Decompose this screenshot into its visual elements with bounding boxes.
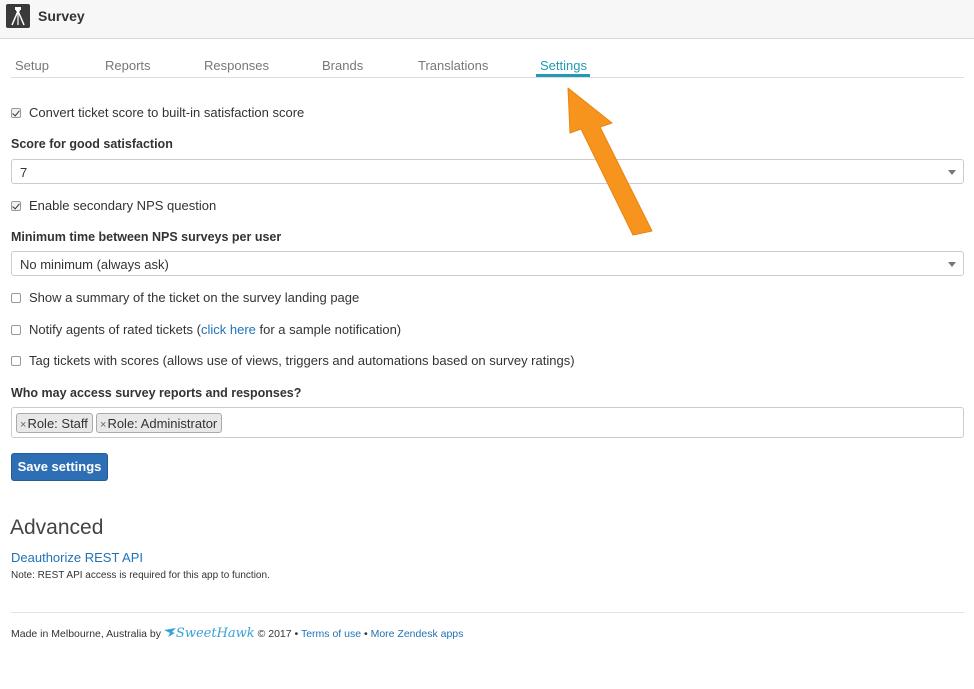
nps-interval-select[interactable]: No minimum (always ask): [11, 251, 964, 276]
show-summary-checkbox[interactable]: [11, 293, 21, 303]
terms-of-use-link[interactable]: Terms of use: [301, 628, 361, 640]
convert-score-label: Convert ticket score to built-in satisfa…: [29, 105, 305, 120]
role-tag-label: Role: Administrator: [107, 416, 218, 431]
convert-score-checkbox[interactable]: [11, 108, 21, 118]
role-tag-administrator: ×Role: Administrator: [96, 413, 223, 433]
nps-interval-value: No minimum (always ask): [20, 257, 169, 272]
api-note: Note: REST API access is required for th…: [11, 570, 270, 581]
tripod-icon: [6, 4, 30, 28]
good-score-select[interactable]: 7: [11, 159, 964, 184]
notify-agents-checkbox[interactable]: [11, 325, 21, 335]
sample-notification-link[interactable]: click here: [201, 322, 256, 337]
tab-brands[interactable]: Brands: [322, 58, 363, 73]
role-tag-label: Role: Staff: [27, 416, 88, 431]
advanced-heading: Advanced: [10, 516, 104, 539]
chevron-down-icon: [948, 170, 956, 175]
app-title: Survey: [38, 8, 85, 24]
good-score-value: 7: [20, 165, 28, 180]
notify-agents-label: Notify agents of rated tickets (click he…: [29, 322, 401, 337]
tag-tickets-checkbox[interactable]: [11, 356, 21, 366]
hawk-icon: [163, 628, 176, 637]
active-tab-indicator: [536, 74, 590, 77]
notify-agents-text-before: Notify agents of rated tickets (: [29, 322, 201, 337]
tab-reports[interactable]: Reports: [105, 58, 151, 73]
deauthorize-api-link[interactable]: Deauthorize REST API: [11, 550, 143, 565]
annotation-arrow-icon: [567, 87, 653, 236]
more-zendesk-apps-link[interactable]: More Zendesk apps: [371, 628, 464, 640]
footer-separator: •: [363, 628, 368, 640]
show-summary-label: Show a summary of the ticket on the surv…: [29, 290, 360, 305]
access-roles-input[interactable]: ×Role: Staff ×Role: Administrator: [11, 407, 964, 438]
tab-responses[interactable]: Responses: [204, 58, 269, 73]
footer: Made in Melbourne, Australia by SweetHaw…: [11, 626, 463, 641]
tab-settings[interactable]: Settings: [540, 58, 587, 73]
nps-interval-heading: Minimum time between NPS surveys per use…: [11, 230, 282, 244]
tab-bar: Setup Reports Responses Brands Translati…: [11, 56, 964, 78]
footer-copyright: © 2017 •: [257, 628, 299, 640]
good-score-heading: Score for good satisfaction: [11, 137, 173, 151]
tab-setup[interactable]: Setup: [15, 58, 49, 73]
remove-tag-icon[interactable]: ×: [100, 419, 106, 431]
chevron-down-icon: [948, 262, 956, 267]
footer-made-in: Made in Melbourne, Australia by: [11, 628, 161, 640]
role-tag-staff: ×Role: Staff: [16, 413, 93, 433]
tag-tickets-label: Tag tickets with scores (allows use of v…: [29, 353, 575, 368]
enable-nps-checkbox[interactable]: [11, 201, 21, 211]
access-heading: Who may access survey reports and respon…: [11, 386, 302, 400]
app-header: Survey: [0, 0, 974, 39]
footer-divider: [11, 612, 964, 613]
remove-tag-icon[interactable]: ×: [20, 419, 26, 431]
notify-agents-text-after: for a sample notification): [255, 322, 402, 337]
enable-nps-label: Enable secondary NPS question: [29, 198, 217, 213]
save-settings-button[interactable]: Save settings: [11, 453, 108, 481]
tab-translations[interactable]: Translations: [418, 58, 488, 73]
sweethawk-logo[interactable]: SweetHawk: [176, 626, 255, 641]
